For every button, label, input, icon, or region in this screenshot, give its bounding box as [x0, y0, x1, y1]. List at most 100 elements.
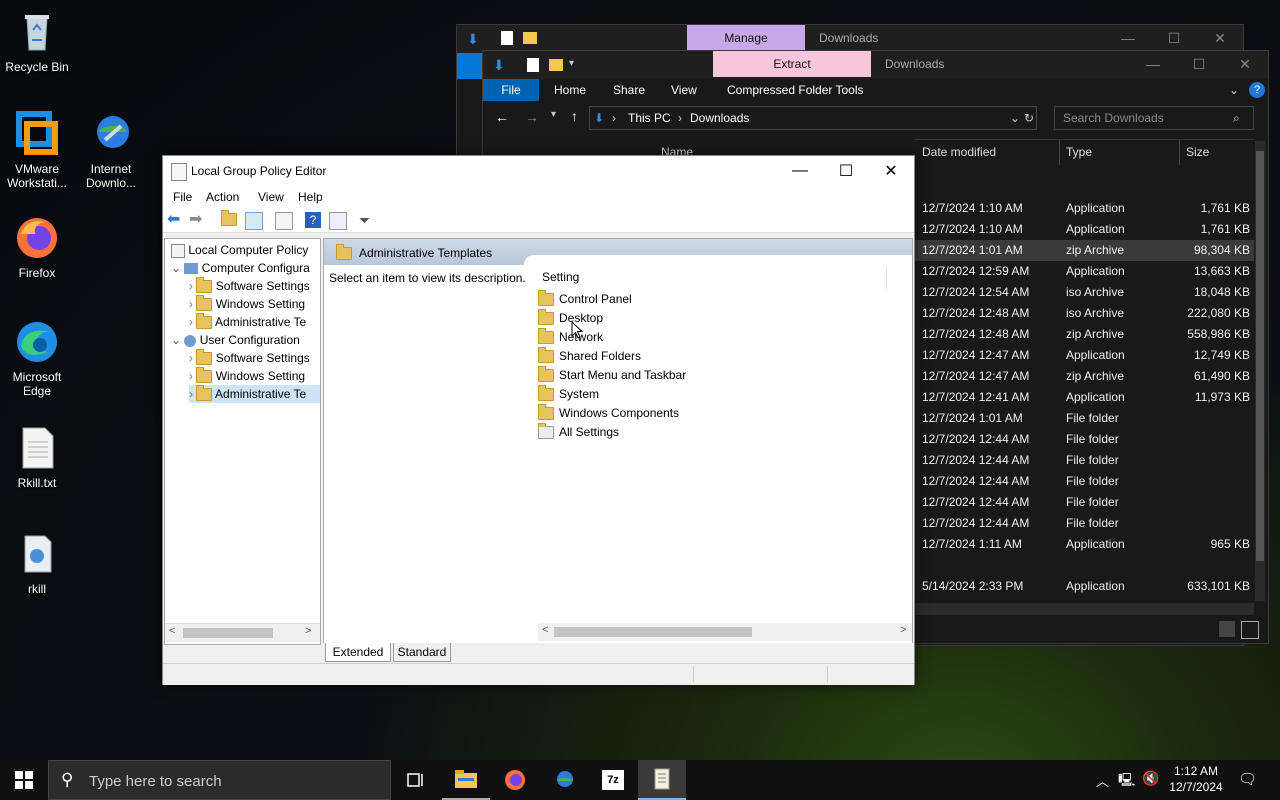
- file-row[interactable]: 12/7/2024 1:10 AM Application 1,761 KB: [914, 219, 1254, 240]
- scroll-right-icon[interactable]: >: [900, 624, 906, 636]
- taskbar-search-box[interactable]: ⚲ Type here to search: [48, 760, 391, 800]
- chevron-right-icon[interactable]: ›: [189, 351, 193, 365]
- chevron-down-icon[interactable]: ⌄: [171, 261, 181, 275]
- start-button[interactable]: [0, 760, 48, 800]
- extract-context-tab[interactable]: Extract: [713, 51, 871, 77]
- recent-locations-icon[interactable]: ▾: [551, 109, 556, 120]
- show-hide-tree-icon[interactable]: [245, 212, 263, 230]
- group-policy-editor-window[interactable]: Local Group Policy Editor — ☐ ✕ File Act…: [162, 155, 915, 685]
- scroll-left-icon[interactable]: <: [169, 625, 175, 637]
- column-size[interactable]: Size: [1186, 145, 1209, 159]
- tab-share[interactable]: Share: [613, 79, 645, 101]
- setting-item[interactable]: All Settings: [538, 423, 619, 442]
- close-button[interactable]: ✕: [1197, 25, 1243, 51]
- tab-compressed-folder-tools[interactable]: Compressed Folder Tools: [727, 79, 864, 101]
- file-row[interactable]: 12/7/2024 12:44 AM File folder: [914, 513, 1254, 534]
- tree-item-windows-settings[interactable]: › Windows Setting: [189, 295, 305, 313]
- desktop-icon-rkill[interactable]: rkill: [0, 530, 74, 596]
- column-date-modified[interactable]: Date modified: [922, 145, 996, 159]
- chevron-right-icon[interactable]: ›: [189, 387, 193, 401]
- tree-item-user-software-settings[interactable]: › Software Settings: [189, 349, 310, 367]
- close-button[interactable]: ✕: [868, 156, 914, 186]
- maximize-button[interactable]: ☐: [1176, 51, 1222, 77]
- refresh-icon[interactable]: ↻: [1024, 107, 1034, 129]
- breadcrumb-this-pc[interactable]: This PC: [628, 107, 671, 129]
- file-row[interactable]: 5/14/2024 2:33 PM Application 633,101 KB: [914, 576, 1254, 597]
- file-row[interactable]: 12/7/2024 12:59 AM Application 13,663 KB: [914, 261, 1254, 282]
- menu-view[interactable]: View: [258, 190, 284, 204]
- taskbar-file-explorer[interactable]: [442, 760, 490, 800]
- menu-file[interactable]: File: [173, 190, 192, 204]
- details-view-icon[interactable]: [1219, 621, 1235, 637]
- tab-home[interactable]: Home: [554, 79, 586, 101]
- chevron-right-icon[interactable]: ›: [189, 297, 193, 311]
- address-dropdown-icon[interactable]: ⌄: [1010, 107, 1020, 129]
- column-type[interactable]: Type: [1066, 145, 1092, 159]
- chevron-right-icon[interactable]: ›: [189, 369, 193, 383]
- minimize-button[interactable]: —: [777, 156, 823, 186]
- tree-item-administrative-templates[interactable]: › Administrative Te: [189, 313, 306, 331]
- taskbar-internet-download-manager[interactable]: [540, 760, 588, 800]
- minimize-button[interactable]: —: [1130, 51, 1176, 77]
- close-button[interactable]: ✕: [1222, 51, 1268, 77]
- clock[interactable]: 1:12 AM 12/7/2024: [1166, 763, 1226, 795]
- filter-icon[interactable]: ⏷: [359, 212, 375, 228]
- desktop-icon-recycle-bin[interactable]: Recycle Bin: [0, 8, 74, 74]
- back-arrow-icon[interactable]: ←: [495, 109, 509, 125]
- address-bar[interactable]: ⬇ › This PC › Downloads ⌄ ↻: [589, 106, 1037, 130]
- forward-arrow-icon[interactable]: ➡: [189, 212, 205, 228]
- file-row[interactable]: 12/7/2024 12:44 AM File folder: [914, 429, 1254, 450]
- tab-view[interactable]: View: [671, 79, 697, 101]
- file-row[interactable]: 12/7/2024 12:47 AM Application 12,749 KB: [914, 345, 1254, 366]
- taskbar-7zip[interactable]: 7z: [589, 760, 637, 800]
- manage-context-tab[interactable]: Manage: [687, 25, 805, 51]
- back-arrow-icon[interactable]: ⬅: [167, 212, 183, 228]
- ribbon-expand-icon[interactable]: ⌄: [1229, 79, 1239, 101]
- file-row[interactable]: 12/7/2024 1:01 AM File folder: [914, 408, 1254, 429]
- minimize-button[interactable]: —: [1105, 25, 1151, 51]
- properties-icon[interactable]: [329, 212, 347, 230]
- file-row[interactable]: 12/7/2024 12:44 AM File folder: [914, 450, 1254, 471]
- tree-item-user-administrative-templates-selected[interactable]: › Administrative Te: [189, 385, 320, 403]
- volume-muted-icon[interactable]: 🔇: [1142, 770, 1159, 787]
- chevron-down-icon[interactable]: ⌄: [171, 333, 181, 347]
- file-row[interactable]: 12/7/2024 12:47 AM zip Archive 61,490 KB: [914, 366, 1254, 387]
- help-icon[interactable]: ?: [1249, 82, 1265, 98]
- file-row[interactable]: 12/7/2024 12:48 AM iso Archive 222,080 KB: [914, 303, 1254, 324]
- tree-item-software-settings[interactable]: › Software Settings: [189, 277, 310, 295]
- chevron-down-icon[interactable]: ▾: [569, 58, 574, 69]
- scroll-left-icon[interactable]: <: [542, 624, 548, 636]
- tree-item-local-computer-policy[interactable]: Local Computer Policy: [171, 241, 308, 259]
- up-arrow-icon[interactable]: ↑: [571, 108, 578, 124]
- chevron-right-icon[interactable]: ›: [189, 315, 193, 329]
- vertical-scrollbar[interactable]: [1255, 141, 1265, 601]
- file-row[interactable]: 12/7/2024 1:10 AM Application 1,761 KB: [914, 198, 1254, 219]
- menu-action[interactable]: Action: [206, 190, 239, 204]
- tree-item-computer-configuration[interactable]: ⌄ Computer Configura: [171, 259, 310, 277]
- up-folder-icon[interactable]: [221, 210, 237, 228]
- setting-item[interactable]: Windows Components: [538, 404, 679, 423]
- tab-file[interactable]: File: [483, 79, 539, 101]
- task-view-button[interactable]: [392, 760, 440, 800]
- file-row[interactable]: 12/7/2024 12:41 AM Application 11,973 KB: [914, 387, 1254, 408]
- tab-extended[interactable]: Extended: [325, 643, 391, 662]
- search-downloads-input[interactable]: Search Downloads ⌕: [1054, 106, 1254, 130]
- setting-column-header[interactable]: Setting: [542, 270, 579, 284]
- file-row[interactable]: 12/7/2024 1:11 AM Application 965 KB: [914, 534, 1254, 555]
- chevron-up-icon[interactable]: ︿: [1096, 771, 1109, 790]
- setting-item[interactable]: Start Menu and Taskbar: [538, 366, 686, 385]
- taskbar-firefox[interactable]: [491, 760, 539, 800]
- scroll-right-icon[interactable]: >: [305, 625, 311, 637]
- large-icons-view-icon[interactable]: [1241, 621, 1259, 639]
- taskbar-group-policy-editor[interactable]: [638, 760, 686, 800]
- desktop-icon-rkill-txt[interactable]: Rkill.txt: [0, 424, 74, 490]
- notifications-icon[interactable]: 🗨: [1238, 770, 1257, 788]
- desktop-icon-vmware[interactable]: VMware Workstati...: [0, 110, 74, 190]
- file-row[interactable]: 12/7/2024 12:44 AM File folder: [914, 492, 1254, 513]
- tree-item-user-windows-settings[interactable]: › Windows Setting: [189, 367, 305, 385]
- setting-item[interactable]: System: [538, 385, 599, 404]
- maximize-button[interactable]: ☐: [1151, 25, 1197, 51]
- file-tab-partial[interactable]: [457, 53, 483, 79]
- desktop-icon-firefox[interactable]: Firefox: [0, 214, 74, 280]
- setting-item[interactable]: Shared Folders: [538, 347, 641, 366]
